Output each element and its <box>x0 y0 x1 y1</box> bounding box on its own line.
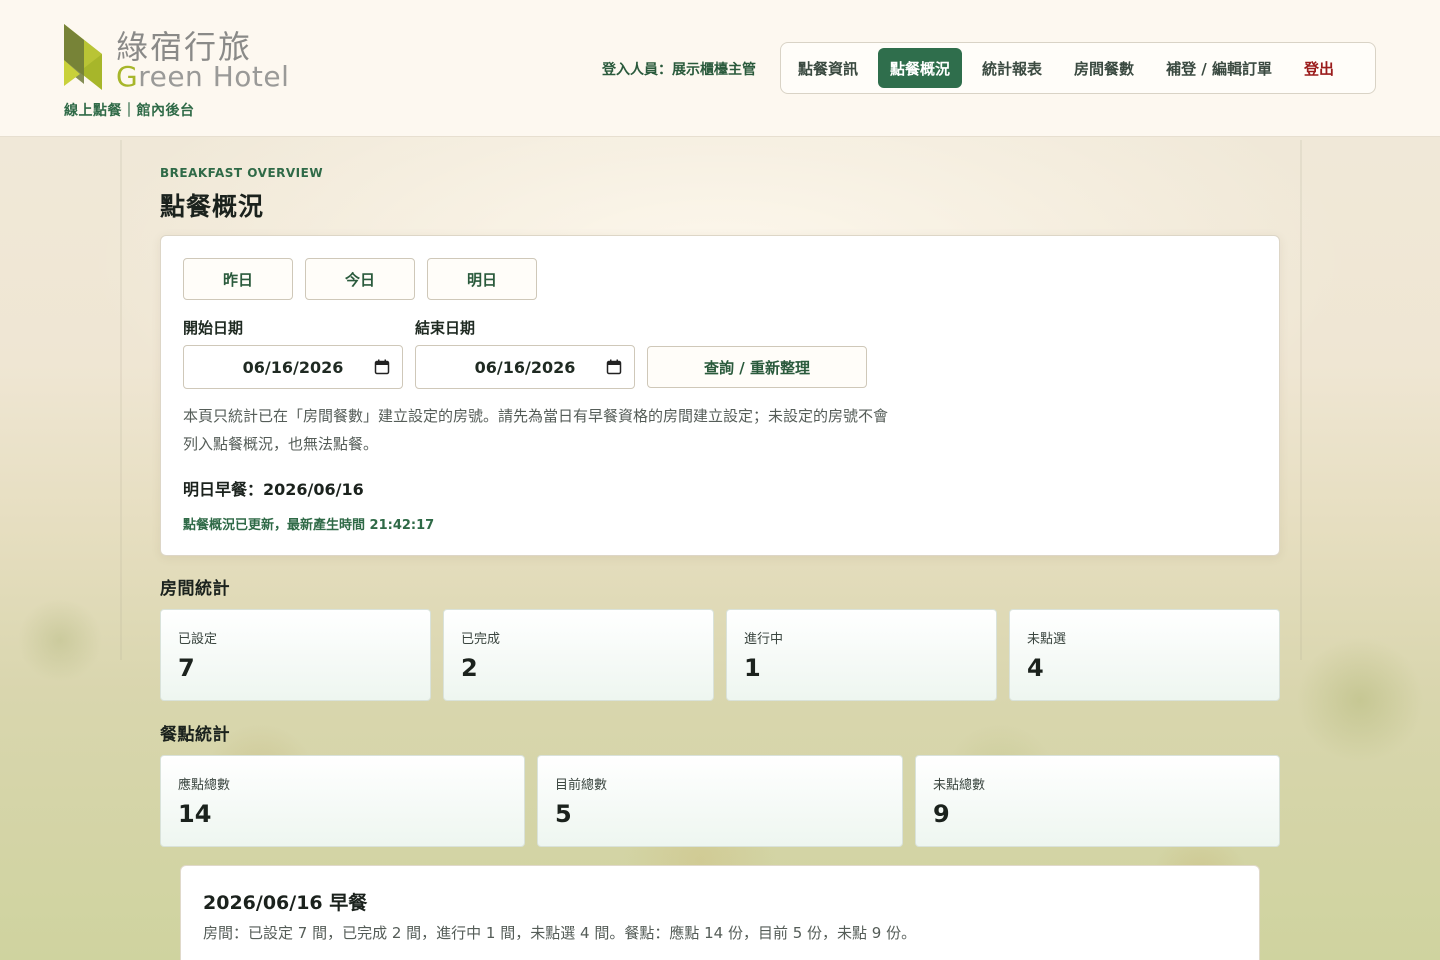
page-title: 點餐概況 <box>160 192 265 221</box>
leaf-logo-icon <box>64 24 102 90</box>
stat-value: 14 <box>178 800 212 828</box>
page-eyebrow: BREAKFAST OVERVIEW <box>160 166 324 180</box>
stat-value: 5 <box>555 800 572 828</box>
end-date-value: 06/16/2026 <box>474 357 576 377</box>
site-subtitle: 線上點餐｜館內後台 <box>64 103 195 119</box>
start-date-value: 06/16/2026 <box>242 357 344 377</box>
day-summary-card: 2026/06/16 早餐 房間：已設定 7 間，已完成 2 間，進行中 1 間… <box>180 865 1260 960</box>
query-refresh-button[interactable]: 查詢 / 重新整理 <box>647 346 867 388</box>
calendar-icon[interactable] <box>374 359 390 375</box>
stat-not-selected: 未點選 4 <box>1009 609 1280 701</box>
stat-current-total: 目前總數 5 <box>537 755 903 847</box>
nav-order-overview[interactable]: 點餐概況 <box>878 48 963 88</box>
stat-remaining-total: 未點總數 9 <box>915 755 1280 847</box>
stat-value: 7 <box>178 654 195 682</box>
stat-label: 進行中 <box>744 632 784 647</box>
start-date-label: 開始日期 <box>183 319 244 337</box>
notice-line-2: 列入點餐概況，也無法點餐。 <box>183 435 379 453</box>
yesterday-button[interactable]: 昨日 <box>183 258 293 300</box>
today-button[interactable]: 今日 <box>305 258 415 300</box>
summary-text: 房間：已設定 7 間，已完成 2 間，進行中 1 間，未點選 4 間。餐點：應點… <box>203 924 917 942</box>
nav-order-info[interactable]: 點餐資訊 <box>786 48 870 88</box>
stat-value: 4 <box>1027 654 1044 682</box>
top-header: 綠宿行旅 Green Hotel 線上點餐｜館內後台 登入人員：展示櫃檯主管 點… <box>0 0 1440 137</box>
stat-label: 已完成 <box>461 632 501 647</box>
stat-configured: 已設定 7 <box>160 609 431 701</box>
filter-card: 昨日 今日 明日 開始日期 結束日期 06/16/2026 06/16/2026… <box>160 235 1280 556</box>
meal-stats-title: 餐點統計 <box>160 725 230 745</box>
nav-reports[interactable]: 統計報表 <box>970 48 1054 88</box>
room-stats-title: 房間統計 <box>160 579 230 599</box>
logout-button[interactable]: 登出 <box>1292 48 1346 88</box>
next-day-breakfast: 明日早餐：2026/06/16 <box>183 480 364 499</box>
stat-in-progress: 進行中 1 <box>726 609 997 701</box>
login-user: 登入人員：展示櫃檯主管 <box>602 62 756 78</box>
summary-title: 2026/06/16 早餐 <box>203 892 368 914</box>
logo-english-initial: G <box>116 60 139 93</box>
stat-value: 2 <box>461 654 478 682</box>
end-date-label: 結束日期 <box>415 319 476 337</box>
stat-value: 9 <box>933 800 950 828</box>
stat-label: 應點總數 <box>178 778 231 793</box>
stat-label: 未點總數 <box>933 778 986 793</box>
end-date-input[interactable]: 06/16/2026 <box>415 345 635 389</box>
logo-english-rest: reen Hotel <box>138 60 290 93</box>
stat-required-total: 應點總數 14 <box>160 755 525 847</box>
hotel-logo[interactable]: 綠宿行旅 Green Hotel <box>62 22 289 97</box>
notice-text: 本頁只統計已在「房間餐數」建立設定的房號。請先為當日有早餐資格的房間建立設定；未… <box>183 402 943 458</box>
calendar-icon[interactable] <box>606 359 622 375</box>
stat-label: 未點選 <box>1027 632 1067 647</box>
stat-label: 目前總數 <box>555 778 608 793</box>
stat-label: 已設定 <box>178 632 218 647</box>
notice-line-1: 本頁只統計已在「房間餐數」建立設定的房號。請先為當日有早餐資格的房間建立設定；未… <box>183 407 889 425</box>
start-date-input[interactable]: 06/16/2026 <box>183 345 403 389</box>
tomorrow-button[interactable]: 明日 <box>427 258 537 300</box>
stat-value: 1 <box>744 654 761 682</box>
logo-english-name: Green Hotel <box>116 60 289 93</box>
nav-edit-orders[interactable]: 補登 / 編輯訂單 <box>1154 48 1284 88</box>
stat-completed: 已完成 2 <box>443 609 714 701</box>
nav-room-meals[interactable]: 房間餐數 <box>1062 48 1146 88</box>
update-status: 點餐概況已更新，最新產生時間 21:42:17 <box>183 518 435 533</box>
main-nav: 點餐資訊 點餐概況 統計報表 房間餐數 補登 / 編輯訂單 登出 <box>780 42 1376 94</box>
